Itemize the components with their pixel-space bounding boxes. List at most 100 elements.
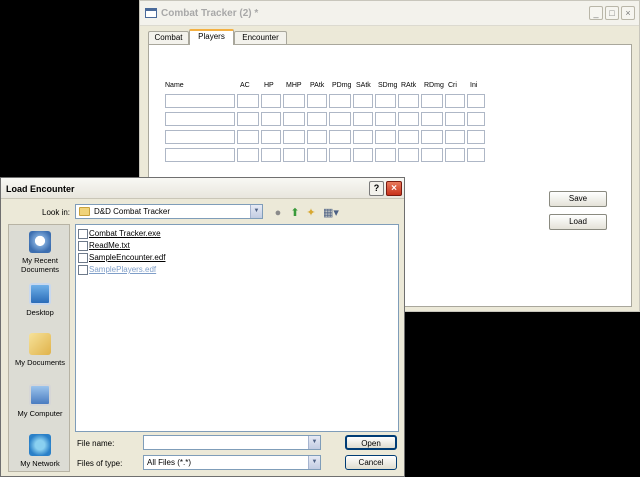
player-cell-cri[interactable] xyxy=(445,94,465,108)
look-in-select[interactable]: D&D Combat Tracker ▼ xyxy=(75,204,263,219)
player-cell-cri[interactable] xyxy=(445,148,465,162)
tab-encounter[interactable]: Encounter xyxy=(234,31,287,45)
place-recent-documents[interactable]: My Recent Documents xyxy=(9,231,71,274)
file-item[interactable]: SampleEncounter.edf xyxy=(89,253,166,262)
player-cell-rdmg[interactable] xyxy=(421,94,443,108)
player-cell-sdmg[interactable] xyxy=(375,94,396,108)
player-cell-hp[interactable] xyxy=(261,130,281,144)
player-cell-hp[interactable] xyxy=(261,148,281,162)
column-header-mhp: MHP xyxy=(286,82,302,89)
player-cell-ratk[interactable] xyxy=(398,148,419,162)
column-header-patk: PAtk xyxy=(310,82,325,89)
player-cell-ratk[interactable] xyxy=(398,130,419,144)
player-cell-satk[interactable] xyxy=(353,94,373,108)
player-cell-name[interactable] xyxy=(165,148,235,162)
my-computer-icon xyxy=(29,384,51,406)
file-list[interactable]: Combat Tracker.exe ReadMe.txt SampleEncoun… xyxy=(75,224,399,432)
file-item[interactable]: Combat Tracker.exe xyxy=(89,229,161,238)
load-button[interactable]: Load xyxy=(549,214,607,230)
maximize-button[interactable]: □ xyxy=(605,6,619,20)
player-cell-mhp[interactable] xyxy=(283,130,305,144)
dialog-close-button[interactable]: × xyxy=(386,181,402,196)
player-cell-pdmg[interactable] xyxy=(329,148,351,162)
column-header-pdmg: PDmg xyxy=(332,82,352,89)
column-header-ratk: RAtk xyxy=(401,82,417,89)
player-cell-pdmg[interactable] xyxy=(329,112,351,126)
file-type-label: Files of type: xyxy=(77,459,123,468)
player-cell-satk[interactable] xyxy=(353,130,373,144)
file-name-label: File name: xyxy=(77,439,115,448)
player-cell-satk[interactable] xyxy=(353,148,373,162)
player-cell-cri[interactable] xyxy=(445,130,465,144)
player-cell-ini[interactable] xyxy=(467,130,485,144)
file-icon xyxy=(78,241,88,251)
column-header-sdmg: SDmg xyxy=(378,82,398,89)
player-cell-sdmg[interactable] xyxy=(375,130,396,144)
player-cell-mhp[interactable] xyxy=(283,94,305,108)
new-folder-icon[interactable]: ✦ xyxy=(304,206,318,220)
tab-players[interactable]: Players xyxy=(189,29,234,45)
minimize-button[interactable]: _ xyxy=(589,6,603,20)
player-cell-name[interactable] xyxy=(165,112,235,126)
file-type-select[interactable]: All Files (*.*) ▼ xyxy=(143,455,321,470)
player-cell-pdmg[interactable] xyxy=(329,94,351,108)
player-cell-satk[interactable] xyxy=(353,112,373,126)
player-cell-ini[interactable] xyxy=(467,112,485,126)
player-cell-sdmg[interactable] xyxy=(375,148,396,162)
open-button[interactable]: Open xyxy=(345,435,397,450)
player-cell-patk[interactable] xyxy=(307,148,327,162)
player-cell-patk[interactable] xyxy=(307,112,327,126)
file-type-value: All Files (*.*) xyxy=(147,458,192,467)
player-cell-ratk[interactable] xyxy=(398,94,419,108)
column-header-rdmg: RDmg xyxy=(424,82,444,89)
my-network-icon xyxy=(29,434,51,456)
player-cell-rdmg[interactable] xyxy=(421,148,443,162)
player-cell-rdmg[interactable] xyxy=(421,130,443,144)
player-cell-ini[interactable] xyxy=(467,148,485,162)
column-header-ac: AC xyxy=(240,82,250,89)
player-cell-ac[interactable] xyxy=(237,148,259,162)
file-icon xyxy=(78,253,88,263)
tab-combat[interactable]: Combat xyxy=(148,31,189,45)
player-cell-hp[interactable] xyxy=(261,112,281,126)
column-header-cri: Cri xyxy=(448,82,457,89)
player-cell-ac[interactable] xyxy=(237,94,259,108)
player-cell-patk[interactable] xyxy=(307,130,327,144)
chevron-down-icon[interactable]: ▼ xyxy=(308,436,320,449)
app-window-icon xyxy=(145,8,157,18)
player-cell-ac[interactable] xyxy=(237,112,259,126)
player-cell-mhp[interactable] xyxy=(283,112,305,126)
dialog-title-bar[interactable]: Load Encounter ? × xyxy=(1,178,404,199)
up-folder-icon[interactable]: ⬆ xyxy=(288,206,302,220)
place-my-documents[interactable]: My Documents xyxy=(9,333,71,367)
file-item[interactable]: ReadMe.txt xyxy=(89,241,130,250)
file-name-input[interactable]: ▼ xyxy=(143,435,321,450)
player-cell-cri[interactable] xyxy=(445,112,465,126)
player-cell-sdmg[interactable] xyxy=(375,112,396,126)
chevron-down-icon[interactable]: ▼ xyxy=(308,456,320,469)
file-item[interactable]: SamplePlayers.edf xyxy=(89,265,156,274)
player-cell-hp[interactable] xyxy=(261,94,281,108)
main-title-bar[interactable]: Combat Tracker (2) * _ □ × xyxy=(140,1,639,26)
place-desktop[interactable]: Desktop xyxy=(9,283,71,317)
cancel-button[interactable]: Cancel xyxy=(345,455,397,470)
save-button[interactable]: Save xyxy=(549,191,607,207)
back-icon[interactable]: ● xyxy=(271,206,285,220)
close-button[interactable]: × xyxy=(621,6,635,20)
player-cell-patk[interactable] xyxy=(307,94,327,108)
place-my-network[interactable]: My Network xyxy=(9,434,71,468)
chevron-down-icon[interactable]: ▼ xyxy=(250,205,262,218)
player-cell-mhp[interactable] xyxy=(283,148,305,162)
help-button[interactable]: ? xyxy=(369,181,384,196)
view-menu-icon[interactable]: ▦▾ xyxy=(321,206,341,220)
place-my-computer[interactable]: My Computer xyxy=(9,384,71,418)
player-cell-name[interactable] xyxy=(165,94,235,108)
player-cell-ratk[interactable] xyxy=(398,112,419,126)
player-cell-ini[interactable] xyxy=(467,94,485,108)
player-cell-ac[interactable] xyxy=(237,130,259,144)
player-cell-rdmg[interactable] xyxy=(421,112,443,126)
file-icon xyxy=(78,265,88,275)
player-cell-pdmg[interactable] xyxy=(329,130,351,144)
column-header-hp: HP xyxy=(264,82,274,89)
player-cell-name[interactable] xyxy=(165,130,235,144)
